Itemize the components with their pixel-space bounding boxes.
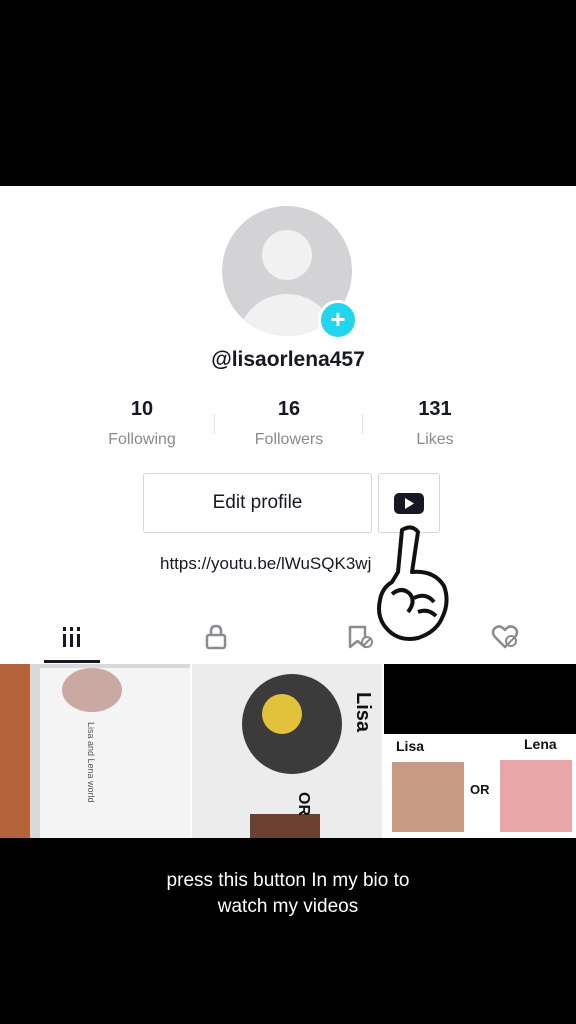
video-caption: press this button In my bio to watch my … — [0, 868, 576, 920]
thumbnail-text: Lisa and Lena world — [86, 722, 96, 803]
liked-heart-icon[interactable] — [490, 622, 520, 652]
thumbnail-top-black — [384, 664, 576, 734]
username: @lisaorlena457 — [211, 348, 365, 371]
necklace-image-right — [500, 760, 572, 832]
thumbnail-strip — [0, 664, 30, 838]
stat-value: 10 — [130, 398, 154, 420]
video-thumbnail[interactable]: Lisa Lena OR — [384, 664, 576, 838]
stat-value: 16 — [277, 398, 301, 420]
stat-value: 131 — [418, 398, 452, 420]
food-image-2 — [250, 814, 320, 838]
caption-line: press this button In my bio to — [166, 870, 410, 891]
video-thumbnail[interactable]: Lisa and Lena world — [0, 664, 190, 838]
necklace-image-left — [392, 762, 464, 832]
thumbnail-avatar — [62, 668, 122, 712]
thumbnail-side-label: Lisa — [352, 692, 374, 733]
video-thumbnail[interactable]: Lisa OR — [192, 664, 382, 838]
stat-followers[interactable]: 16 Followers — [214, 398, 364, 449]
stat-likes[interactable]: 131 Likes — [360, 398, 510, 449]
pointing-hand-icon — [377, 525, 449, 641]
thumbnail-or: OR — [295, 792, 312, 816]
stat-label: Followers — [254, 431, 324, 448]
thumbnail-right-label: Lena — [524, 736, 557, 752]
add-photo-button[interactable]: + — [318, 300, 358, 340]
active-tab-indicator — [44, 660, 100, 663]
screen: { "profile": { "username": "@lisaorlena4… — [0, 0, 576, 1024]
profile-panel: + @lisaorlena457 10 Following 16 Followe… — [0, 186, 576, 838]
stat-following[interactable]: 10 Following — [67, 398, 217, 449]
bio-link[interactable]: https://youtu.be/lWuSQK3wj — [160, 554, 371, 574]
stat-label: Following — [108, 431, 176, 448]
avatar-head — [262, 230, 312, 280]
thumbnail-or: OR — [470, 782, 490, 797]
video-grid: Lisa and Lena world Lisa OR Lisa Lena OR — [0, 664, 576, 838]
thumbnail-left-label: Lisa — [396, 738, 425, 754]
food-topping — [262, 694, 302, 734]
grid-icon[interactable] — [57, 622, 87, 652]
caption-line: watch my videos — [217, 896, 359, 917]
bookmark-icon[interactable] — [345, 622, 375, 652]
lock-icon[interactable] — [201, 622, 231, 652]
edit-profile-button[interactable]: Edit profile — [143, 473, 372, 533]
stat-label: Likes — [416, 431, 454, 448]
